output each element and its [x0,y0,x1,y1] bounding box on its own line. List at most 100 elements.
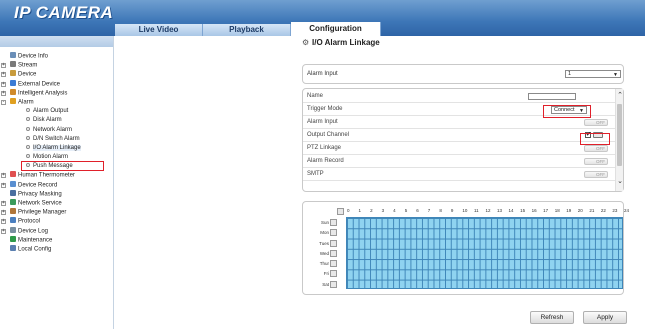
hour-label: 4 [393,208,396,213]
sidebar-item-device-record[interactable]: + Device Record [0,180,113,190]
sidebar-item-label: I/O Alarm Linkage [33,144,81,151]
setting-label: Alarm Input [307,119,338,125]
expand-icon[interactable]: + [1,63,6,69]
sidebar-item-privacy-masking[interactable]: Privacy Masking [0,189,113,199]
hour-label: 19 [566,208,572,213]
setting-label: SMTP [307,171,324,177]
tab-playback[interactable]: Playback [203,24,291,36]
sidebar-item-label: Stream [18,62,38,69]
setting-label: Alarm Record [307,158,344,164]
sidebar-item-protocol[interactable]: + Protocol [0,217,113,226]
selection-highlight [21,161,104,171]
sidebar-item-label: Human Thermometer [18,172,75,179]
alarm-icon [10,97,16,104]
day-row: Tues [313,239,337,249]
sidebar-item-privilege-manager[interactable]: + Privilege Manager [0,208,113,217]
hour-label: 17 [543,208,549,213]
sidebar-item-network-alarm[interactable]: Network Alarm [0,126,113,135]
toggle-switch[interactable]: OFF [584,119,608,126]
expand-icon[interactable]: + [1,90,6,96]
copy-day-icon[interactable] [330,249,337,257]
name-field[interactable] [528,93,576,100]
sidebar-item-stream[interactable]: + Stream [0,61,113,70]
sidebar: Device Info + Stream + Device + External Devic… [0,36,114,329]
settings-scrollbar[interactable]: ⌃ ⌄ [615,89,623,191]
chevron-up-icon[interactable]: ⌃ [616,91,624,99]
sidebar-item-label: Network Service [18,200,62,207]
sidebar-item-alarm[interactable]: - Alarm [0,97,113,107]
sidebar-item-network-service[interactable]: + Network Service [0,199,113,208]
toggle-switch[interactable]: OFF [584,145,608,152]
hour-label: 6 [416,208,419,213]
sidebar-item-local-config[interactable]: Local Config [0,244,113,254]
setting-row: SMTP OFF [303,168,616,181]
log-icon [10,226,16,233]
sidebar-item-device-log[interactable]: + Device Log [0,226,113,236]
hour-label: 15 [520,208,526,213]
sidebar-item-maintenance[interactable]: Maintenance [0,235,113,245]
tab-live-video[interactable]: Live Video [115,24,203,36]
info-icon [10,52,16,58]
hour-label: 8 [439,208,442,213]
sidebar-item-device[interactable]: + Device [0,70,113,79]
schedule-grid[interactable] [346,217,623,289]
copy-day-icon[interactable] [330,219,337,226]
sidebar-item-human-thermometer[interactable]: + Human Thermometer [0,171,113,180]
sidebar-item-alarm-output[interactable]: Alarm Output [0,107,113,116]
hour-label: 5 [404,208,408,213]
sidebar-item-label: Device Log [18,228,49,235]
copy-day-icon[interactable] [330,270,337,278]
refresh-button[interactable]: Refresh [530,311,574,324]
expand-icon[interactable]: + [1,182,6,188]
sidebar-item-label: Device Record [18,182,58,189]
device-icon [10,70,16,77]
day-row: Thur [313,259,337,269]
sidebar-item-intelligent-analysis[interactable]: + Intelligent Analysis [0,88,113,98]
schedule-panel: 0 1 2 3 4 5 6 7 8 9 10 11 12 13 14 15 16 17 18 19 20 21 22 23 24… [302,201,629,295]
linkage-settings-panel: Name Trigger Mode Connect ▼ Alarm Input O… [302,88,624,192]
sidebar-item-label: Disk Alarm [33,117,62,124]
expand-icon[interactable]: + [1,210,6,216]
trigger-mode-label: Trigger Mode [307,106,343,112]
apply-button[interactable]: Apply [583,311,627,324]
hour-labels: 0 1 2 3 4 5 6 7 8 9 10 11 12 13 14 15 16 17 18 19 20 21 22 23 24 [347,208,635,217]
toggle-switch[interactable]: OFF [584,171,608,178]
trigger-mode-highlight [543,105,591,118]
sidebar-item-label: Alarm [18,99,34,106]
select-all-icon[interactable] [337,208,344,215]
sidebar-item-i-o-alarm-linkage[interactable]: I/O Alarm Linkage [0,144,113,153]
hour-label: 2 [370,208,373,213]
hour-label: 18 [554,208,560,213]
alarm-input-label: Alarm Input [307,71,338,77]
alarm-input-value: 1 [568,71,572,77]
hour-label: 20 [577,208,583,213]
protocol-icon [10,217,16,224]
chevron-down-icon[interactable]: ⌄ [616,177,624,185]
hour-label: 13 [497,208,503,213]
expand-icon[interactable]: + [1,201,6,206]
hour-label: 12 [485,208,491,213]
hour-label: 22 [600,208,606,213]
expand-icon[interactable]: + [1,219,6,225]
sidebar-item-label: Network Alarm [33,126,73,133]
toggle-switch[interactable]: OFF [584,158,608,165]
copy-day-icon[interactable] [330,239,337,247]
hour-label: 9 [450,208,454,213]
expand-icon[interactable]: + [1,72,6,78]
sidebar-item-disk-alarm[interactable]: Disk Alarm [0,116,113,125]
sidebar-item-device-info[interactable]: Device Info [0,52,113,61]
alarm-input-select[interactable]: 1 ▼ [565,70,621,78]
tab-configuration[interactable]: Configuration [291,22,381,36]
copy-day-icon[interactable] [330,280,337,288]
copy-day-icon[interactable] [330,229,337,237]
config-tree: Device Info + Stream + Device + External Devic… [0,52,113,254]
scroll-thumb[interactable] [617,104,622,166]
sidebar-item-external-device[interactable]: + External Device [0,79,113,89]
bullet-icon [26,117,30,122]
copy-day-icon[interactable] [330,260,337,268]
collapse-icon[interactable]: - [1,99,6,105]
expand-icon[interactable]: + [1,228,6,234]
expand-icon[interactable]: + [1,81,6,87]
sidebar-item-d-n-switch-alarm[interactable]: D/N Switch Alarm [0,135,113,144]
expand-icon[interactable]: + [1,173,6,179]
